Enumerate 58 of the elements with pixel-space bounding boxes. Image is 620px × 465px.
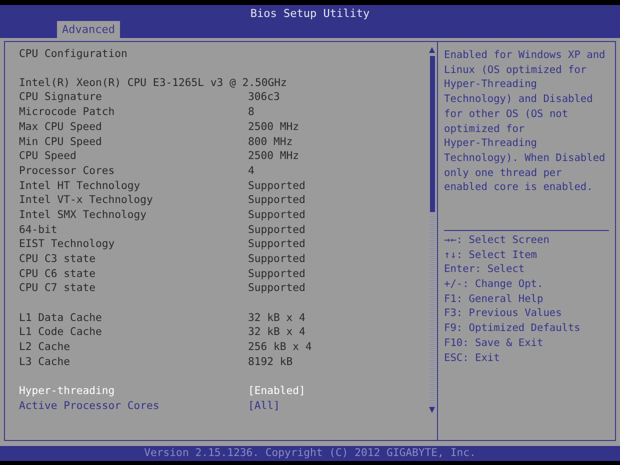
- key-hint: +/-: Change Opt.: [444, 277, 544, 292]
- info-label: 64-bit: [19, 222, 58, 238]
- setting-label: Active Processor Cores: [19, 398, 160, 414]
- info-label: CPU Speed: [19, 149, 78, 164]
- info-value: 306c3: [248, 90, 280, 106]
- setting-label: Hyper-threading: [19, 384, 116, 400]
- key-hint: →←: Select Screen: [444, 233, 550, 248]
- info-value: 8192 kB: [248, 354, 293, 370]
- info-label: Microcode Patch: [19, 105, 116, 120]
- setting-value: [All]: [248, 398, 280, 414]
- section-heading: CPU Configuration: [19, 47, 128, 62]
- version-text: Version 2.15.1236. Copyright (C) 2012 GIGABYTE, Inc.: [144, 446, 476, 461]
- info-label: L1 Code Cache: [19, 325, 103, 340]
- info-value: 32 kB x 4: [248, 325, 306, 340]
- info-value: Supported: [248, 222, 306, 238]
- info-value: 4: [248, 164, 254, 179]
- info-label: Intel(R) Xeon(R) CPU E3-1265L v3 @ 2.50GHz: [19, 76, 287, 91]
- setting-row[interactable]: Hyper-threading [Enabled]: [19, 384, 429, 400]
- info-value: Supported: [248, 281, 306, 296]
- info-label: L1 Data Cache: [19, 310, 103, 326]
- key-hint: ↑↓: Select Item: [444, 248, 538, 262]
- info-value: Supported: [248, 178, 306, 194]
- info-label: Intel VT-x Technology: [19, 193, 154, 208]
- setting-row[interactable]: Active Processor Cores [All]: [19, 400, 429, 414]
- info-value: 800 MHz: [248, 134, 293, 150]
- key-hint: F10: Save & Exit: [444, 336, 544, 350]
- info-value: 2500 MHz: [248, 120, 300, 135]
- info-value: Supported: [248, 208, 306, 223]
- key-hint: F3: Previous Values: [444, 306, 563, 322]
- scrollbar-drawing[interactable]: [429, 47, 435, 413]
- info-value: Supported: [248, 237, 306, 252]
- key-hint: F1: General Help: [444, 292, 544, 306]
- info-label: CPU C3 state: [19, 252, 97, 268]
- info-label: EIST Technology: [19, 237, 116, 252]
- key-hint: F9: Optimized Defaults: [444, 321, 582, 336]
- key-hint: Enter: Select: [444, 262, 526, 278]
- info-value: 32 kB x 4: [248, 310, 306, 326]
- info-value: 8: [248, 105, 254, 120]
- info-label: Max CPU Speed: [19, 120, 103, 135]
- info-value: Supported: [248, 252, 306, 268]
- setting-value: [Enabled]: [248, 384, 306, 400]
- info-label: L3 Cache: [19, 354, 72, 370]
- info-value: 2500 MHz: [248, 149, 300, 164]
- info-label: L2 Cache: [19, 340, 72, 356]
- key-hint: ESC: Exit: [444, 350, 501, 366]
- info-value: 256 kB x 4: [248, 340, 312, 356]
- info-value: Supported: [248, 266, 306, 282]
- tab[interactable]: Advanced: [57, 21, 120, 38]
- info-value: Supported: [248, 193, 306, 208]
- info-label: CPU Signature: [19, 90, 103, 106]
- info-label: Intel SMX Technology: [19, 208, 148, 223]
- info-label: CPU C7 state: [19, 281, 97, 296]
- info-label: Intel HT Technology: [19, 178, 142, 194]
- help-text: Enabled for Windows XP and Linux (OS optimized for Hyper-Threading Technology) and Disabled for other OS (OS not optimized for Hyper-Threading Technology). When Disabled only one thread per enabled core is enabled.: [443, 48, 606, 196]
- info-label: Min CPU Speed: [19, 134, 103, 150]
- info-label: Processor Cores: [19, 164, 116, 179]
- window-title: Bios Setup Utility: [250, 6, 370, 22]
- info-label: CPU C6 state: [19, 266, 97, 282]
